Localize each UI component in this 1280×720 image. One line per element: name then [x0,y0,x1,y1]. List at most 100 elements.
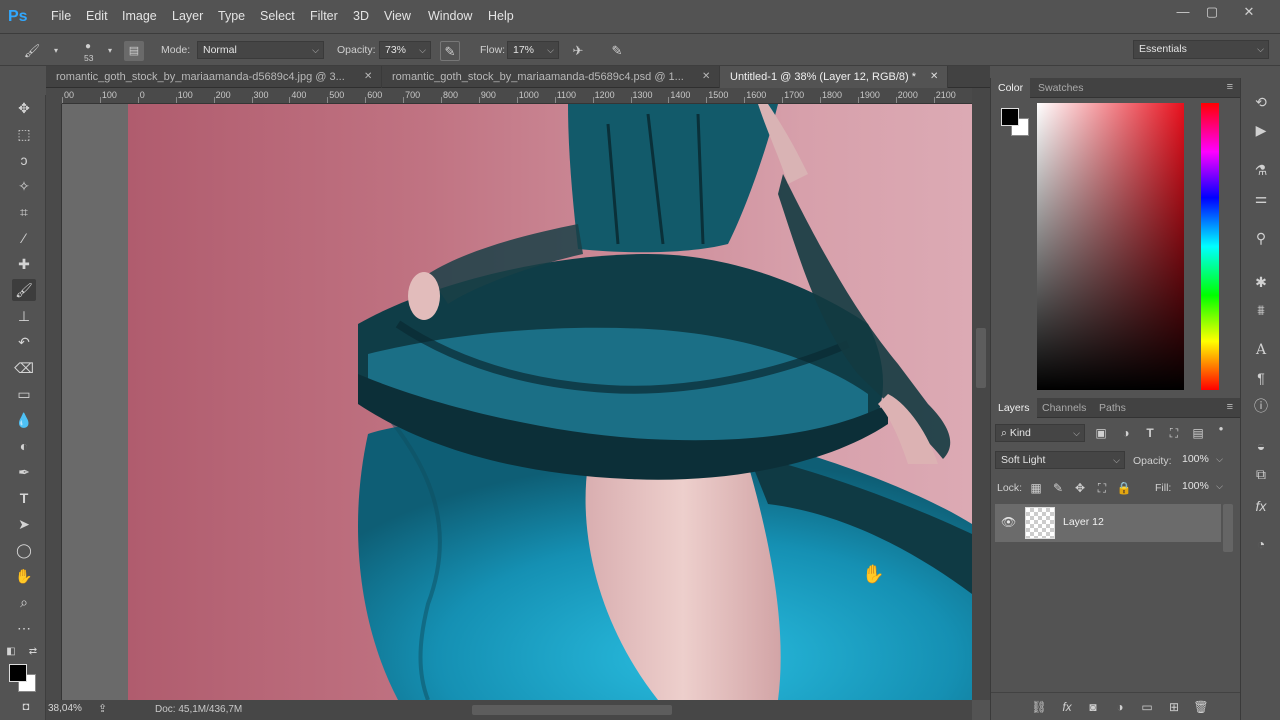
menu-3d[interactable]: 3D [353,9,369,23]
menu-view[interactable]: View [384,9,411,23]
vertical-scroll-thumb[interactable] [976,328,986,388]
menu-select[interactable]: Select [260,9,295,23]
zoom-level-field[interactable]: 38,04% [48,703,82,714]
clone-stamp-tool-icon[interactable]: ⊥ [12,305,36,327]
properties-panel-icon[interactable]: ⚌ [1251,188,1271,208]
adjustment-filter-icon[interactable]: ◑ [1118,425,1134,441]
restore-button[interactable]: ▢ [1203,5,1221,19]
healing-brush-tool-icon[interactable]: ✚ [12,253,36,275]
new-layer-icon[interactable]: ⊞ [1166,699,1182,715]
fill-field[interactable]: 100% ⌵ [1177,478,1227,496]
color-picker-field[interactable] [1037,103,1184,390]
type-tool-icon[interactable]: T [12,487,36,509]
menu-window[interactable]: Window [428,9,472,23]
close-window-button[interactable]: ✕ [1240,5,1258,19]
actions-panel-icon[interactable]: ▶ [1251,120,1271,140]
hue-slider[interactable] [1201,103,1219,390]
close-tab-icon[interactable]: ✕ [702,71,710,83]
menu-edit[interactable]: Edit [86,9,108,23]
brush-presets-icon[interactable]: ⚲ [1251,228,1271,248]
pressure-size-icon[interactable]: ✎ [607,41,627,61]
styles-panel-icon[interactable]: ◒ [1251,436,1271,456]
minimize-button[interactable]: — [1174,5,1192,19]
default-colors-icon[interactable]: ◧ [4,641,18,663]
color-panel-foreground[interactable] [1001,108,1019,126]
crop-tool-icon[interactable]: ⌗ [12,201,36,223]
type-filter-icon[interactable]: T [1142,425,1158,441]
pressure-opacity-icon[interactable]: ✎ [440,41,460,61]
history-brush-tool-icon[interactable]: ↶ [12,331,36,353]
layer-filter-select[interactable]: ⌕ Kind ⌵ [995,424,1085,442]
airbrush-icon[interactable]: ✈ [568,41,588,61]
dodge-tool-icon[interactable]: ◐ [12,435,36,457]
eyedropper-tool-icon[interactable]: ⁄ [12,227,36,249]
brush-panel-toggle-icon[interactable]: ▤ [124,41,144,61]
layer-row[interactable]: 👁 Layer 12 [995,504,1221,542]
tab-paths[interactable]: Paths [1092,398,1133,418]
blur-tool-icon[interactable]: 💧 [12,409,36,431]
add-mask-icon[interactable]: ◙ [1085,699,1101,715]
tool-preset-chevron-icon[interactable]: ▾ [46,41,66,61]
menu-help[interactable]: Help [488,9,514,23]
vertical-scrollbar[interactable] [972,88,990,700]
shape-filter-icon[interactable]: ⛶ [1166,425,1182,441]
menu-layer[interactable]: Layer [172,9,203,23]
export-icon[interactable]: ⇪ [98,702,107,715]
magic-wand-tool-icon[interactable]: ✧ [12,175,36,197]
brush-tool-icon[interactable]: 🖌 [22,41,42,61]
tab-layers[interactable]: Layers [991,398,1037,418]
flow-field[interactable]: 17% ⌵ [507,41,559,59]
brush-panel-icon[interactable]: ✱ [1251,272,1271,292]
marquee-tool-icon[interactable]: ⬚ [12,123,36,145]
workspace-select[interactable]: Essentials ⌵ [1133,40,1269,59]
tab-romantic-goth-jpg[interactable]: romantic_goth_stock_by_mariaamanda-d5689… [46,66,382,88]
menu-file[interactable]: File [51,9,71,23]
layer-thumbnail[interactable] [1025,507,1055,539]
layer-style-icon[interactable]: fx [1059,699,1075,715]
lock-artboard-icon[interactable]: ⛶ [1094,480,1110,496]
tab-romantic-goth-psd[interactable]: romantic_goth_stock_by_mariaamanda-d5689… [382,66,720,88]
history-panel-icon[interactable]: ⟲ [1251,92,1271,112]
mode-select[interactable]: Normal ⌵ [197,41,324,59]
move-tool-icon[interactable]: ✥ [12,97,36,119]
horizontal-scroll-thumb[interactable] [472,705,672,715]
vertical-ruler[interactable] [46,104,62,700]
clone-source-icon[interactable]: ⩩ [1251,300,1271,320]
menu-filter[interactable]: Filter [310,9,338,23]
layer-opacity-field[interactable]: 100% ⌵ [1177,451,1227,469]
canvas-area[interactable]: ✋ [62,104,972,700]
gradient-tool-icon[interactable]: ▭ [12,383,36,405]
menu-image[interactable]: Image [122,9,157,23]
lock-image-icon[interactable]: ✎ [1050,480,1066,496]
paragraph-panel-icon[interactable]: ¶ [1251,368,1271,388]
brush-tool-icon[interactable]: 🖌 [12,279,36,301]
horizontal-ruler[interactable]: 00 100 0 100 200 300 400 500 600 700 800 900 1000 110… [62,88,972,104]
lock-position-icon[interactable]: ✥ [1072,480,1088,496]
filter-toggle-icon[interactable]: ● [1213,421,1229,437]
zoom-tool-icon[interactable]: ⌕ [12,591,36,613]
tab-untitled-1[interactable]: Untitled-1 @ 38% (Layer 12, RGB/8) * [720,66,948,88]
ellipse-tool-icon[interactable]: ◯ [12,539,36,561]
tab-channels[interactable]: Channels [1035,398,1093,418]
opacity-field[interactable]: 73% ⌵ [379,41,431,59]
eraser-tool-icon[interactable]: ⌫ [12,357,36,379]
character-panel-icon[interactable]: A [1251,340,1271,360]
pixel-filter-icon[interactable]: ▣ [1093,425,1109,441]
link-layers-icon[interactable]: ⛓ [1031,699,1047,715]
close-tab-icon[interactable]: ✕ [364,71,372,83]
ruler-corner[interactable] [46,88,62,104]
timeline-panel-icon[interactable]: ◔ [1251,534,1271,554]
close-tab-icon[interactable]: ✕ [930,71,938,83]
layers-scroll-thumb[interactable] [1223,504,1233,552]
path-selection-tool-icon[interactable]: ➤ [12,513,36,535]
lock-transparent-icon[interactable]: ▦ [1028,480,1044,496]
layer-name[interactable]: Layer 12 [1063,516,1104,528]
quick-mask-icon[interactable]: ◘ [14,696,38,718]
fx-panel-icon[interactable]: fx [1251,496,1271,516]
lock-all-icon[interactable]: 🔒 [1116,480,1132,496]
tab-color[interactable]: Color [991,78,1031,98]
brush-picker-chevron-icon[interactable]: ▾ [100,41,120,61]
delete-layer-icon[interactable]: 🗑 [1193,699,1209,715]
3d-panel-icon[interactable]: ⧉ [1251,464,1271,484]
adjustment-layer-icon[interactable]: ◑ [1112,699,1128,715]
